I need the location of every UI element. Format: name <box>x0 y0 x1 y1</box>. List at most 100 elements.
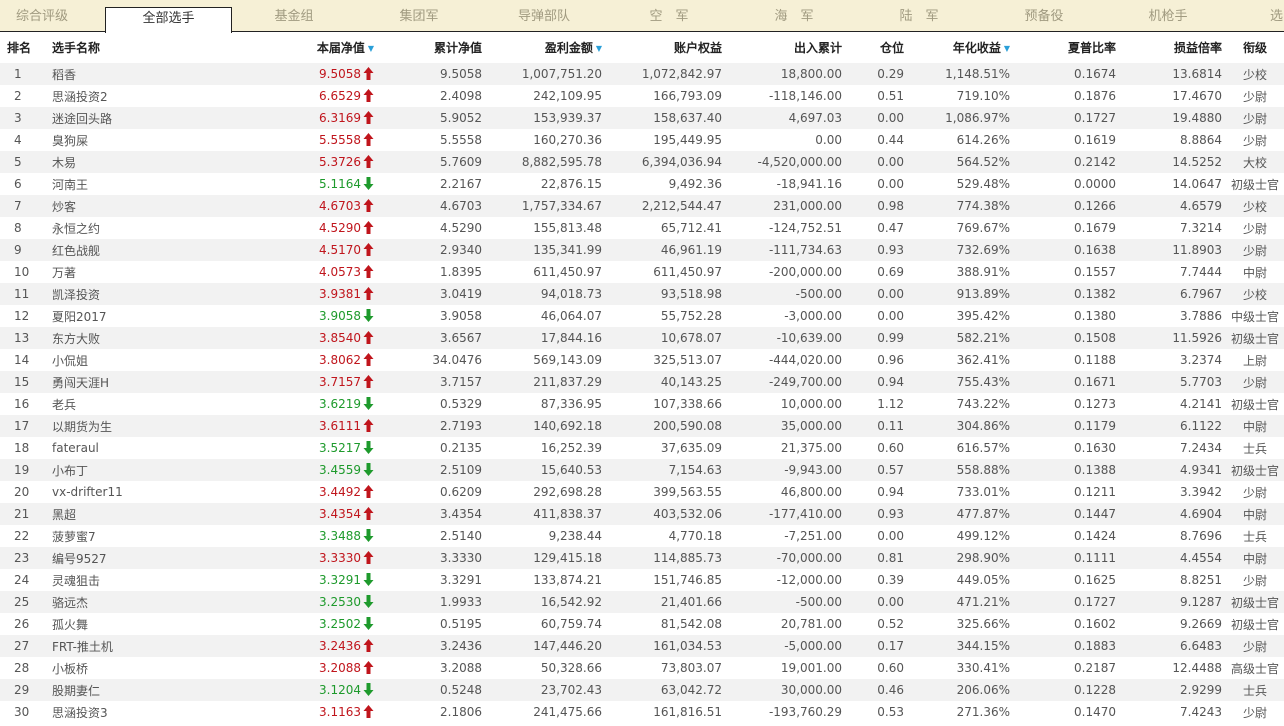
cell-player-name[interactable]: 万著 <box>46 261 186 283</box>
cell-player-name[interactable]: 股期妻仁 <box>46 679 186 701</box>
table-row[interactable]: 4 臭狗屎 5.5558 5.5558 160,270.36 195,449.9… <box>0 129 1284 151</box>
table-row[interactable]: 18 fateraul 3.5217 0.2135 16,252.39 37,6… <box>0 437 1284 459</box>
col-header-name[interactable]: 选手名称 <box>46 32 186 63</box>
cell-player-name[interactable]: 炒客 <box>46 195 186 217</box>
cell-flow: 46,800.00 <box>726 481 846 503</box>
cell-sharpe: 0.1388 <box>1014 459 1120 481</box>
tab-group-army[interactable]: 集团军 <box>365 0 473 32</box>
cell-annual: 304.86% <box>908 415 1014 437</box>
tab-reserve[interactable]: 预备役 <box>990 0 1098 32</box>
table-row[interactable]: 13 东方大败 3.8540 3.6567 17,844.16 10,678.0… <box>0 327 1284 349</box>
table-row[interactable]: 3 迷途回头路 6.3169 5.9052 153,939.37 158,637… <box>0 107 1284 129</box>
cell-player-name[interactable]: 迷途回头路 <box>46 107 186 129</box>
col-header-level[interactable]: 衔级 <box>1226 32 1284 63</box>
table-row[interactable]: 1 稻香 9.5058 9.5058 1,007,751.20 1,072,84… <box>0 63 1284 85</box>
col-header-flow[interactable]: 出入累计 <box>726 32 846 63</box>
cell-sharpe: 0.1179 <box>1014 415 1120 437</box>
cell-rank: 25 <box>0 591 46 613</box>
col-header-profit[interactable]: 盈利金额 ▼ <box>486 32 606 63</box>
cell-level: 少尉 <box>1226 129 1284 151</box>
cell-sharpe: 0.1382 <box>1014 283 1120 305</box>
table-row[interactable]: 7 炒客 4.6703 4.6703 1,757,334.67 2,212,54… <box>0 195 1284 217</box>
cell-player-name[interactable]: 木易 <box>46 151 186 173</box>
cell-annual: 558.88% <box>908 459 1014 481</box>
col-header-sharpe[interactable]: 夏普比率 <box>1014 32 1120 63</box>
table-row[interactable]: 26 孤火舞 3.2502 0.5195 60,759.74 81,542.08… <box>0 613 1284 635</box>
col-header-pl-ratio[interactable]: 损益倍率 <box>1120 32 1226 63</box>
tab-air-force[interactable]: 空 军 <box>615 0 723 32</box>
tab-army[interactable]: 陆 军 <box>865 0 973 32</box>
cell-player-name[interactable]: 老兵 <box>46 393 186 415</box>
cell-position: 0.53 <box>846 701 908 723</box>
table-row[interactable]: 24 灵魂狙击 3.3291 3.3291 133,874.21 151,746… <box>0 569 1284 591</box>
tab-navy[interactable]: 海 军 <box>740 0 848 32</box>
cell-annual: 616.57% <box>908 437 1014 459</box>
cell-player-name[interactable]: 孤火舞 <box>46 613 186 635</box>
table-row[interactable]: 8 永恒之约 4.5290 4.5290 155,813.48 65,712.4… <box>0 217 1284 239</box>
cell-player-name[interactable]: 勇闯天涯H <box>46 371 186 393</box>
table-row[interactable]: 17 以期货为生 3.6111 2.7193 140,692.18 200,59… <box>0 415 1284 437</box>
cell-player-name[interactable]: 小板桥 <box>46 657 186 679</box>
cell-level: 少尉 <box>1226 635 1284 657</box>
tab-all-players[interactable]: 全部选手 <box>105 7 232 33</box>
table-row[interactable]: 27 FRT-推土机 3.2436 3.2436 147,446.20 161,… <box>0 635 1284 657</box>
cell-player-name[interactable]: 红色战舰 <box>46 239 186 261</box>
table-row[interactable]: 25 骆远杰 3.2530 1.9933 16,542.92 21,401.66… <box>0 591 1284 613</box>
table-row[interactable]: 15 勇闯天涯H 3.7157 3.7157 211,837.29 40,143… <box>0 371 1284 393</box>
cell-player-name[interactable]: 思涵投资3 <box>46 701 186 723</box>
cell-player-name[interactable]: 稻香 <box>46 63 186 85</box>
table-row[interactable]: 11 凯泽投资 3.9381 3.0419 94,018.73 93,518.9… <box>0 283 1284 305</box>
cell-player-name[interactable]: 河南王 <box>46 173 186 195</box>
cell-player-name[interactable]: FRT-推土机 <box>46 635 186 657</box>
cell-annual: 1,086.97% <box>908 107 1014 129</box>
cell-player-name[interactable]: 臭狗屎 <box>46 129 186 151</box>
cell-player-name[interactable]: 凯泽投资 <box>46 283 186 305</box>
cell-annual: 471.21% <box>908 591 1014 613</box>
table-row[interactable]: 9 红色战舰 4.5170 2.9340 135,341.99 46,961.1… <box>0 239 1284 261</box>
col-header-rank[interactable]: 排名 <box>0 32 46 63</box>
table-row[interactable]: 29 股期妻仁 3.1204 0.5248 23,702.43 63,042.7… <box>0 679 1284 701</box>
col-header-annual[interactable]: 年化收益 ▼ <box>908 32 1014 63</box>
arrow-up-icon <box>363 661 374 674</box>
table-row[interactable]: 6 河南王 5.1164 2.2167 22,876.15 9,492.36 -… <box>0 173 1284 195</box>
table-row[interactable]: 20 vx-drifter11 3.4492 0.6209 292,698.28… <box>0 481 1284 503</box>
cell-player-name[interactable]: 永恒之约 <box>46 217 186 239</box>
table-row[interactable]: 23 编号9527 3.3330 3.3330 129,415.18 114,8… <box>0 547 1284 569</box>
table-row[interactable]: 19 小布丁 3.4559 2.5109 15,640.53 7,154.63 … <box>0 459 1284 481</box>
nav-value: 4.6703 <box>319 199 361 213</box>
cell-player-name[interactable]: 小侃姐 <box>46 349 186 371</box>
table-row[interactable]: 22 菠萝蜜7 3.3488 2.5140 9,238.44 4,770.18 … <box>0 525 1284 547</box>
cell-player-name[interactable]: 以期货为生 <box>46 415 186 437</box>
cell-cum-nav: 3.0419 <box>378 283 486 305</box>
cell-player-name[interactable]: 菠萝蜜7 <box>46 525 186 547</box>
cell-player-name[interactable]: 思涵投资2 <box>46 85 186 107</box>
table-row[interactable]: 30 思涵投资3 3.1163 2.1806 241,475.66 161,81… <box>0 701 1284 723</box>
col-header-equity[interactable]: 账户权益 <box>606 32 726 63</box>
table-row[interactable]: 21 黑超 3.4354 3.4354 411,838.37 403,532.0… <box>0 503 1284 525</box>
table-row[interactable]: 14 小侃姐 3.8062 34.0476 569,143.09 325,513… <box>0 349 1284 371</box>
col-header-cum-nav[interactable]: 累计净值 <box>378 32 486 63</box>
cell-player-name[interactable]: 黑超 <box>46 503 186 525</box>
cell-player-name[interactable]: 小布丁 <box>46 459 186 481</box>
cell-player-name[interactable]: fateraul <box>46 437 186 459</box>
tab-machine-gunner[interactable]: 机枪手 <box>1114 0 1222 32</box>
cell-player-name[interactable]: 灵魂狙击 <box>46 569 186 591</box>
tab-fund-group[interactable]: 基金组 <box>240 0 348 32</box>
arrow-down-icon <box>363 617 374 630</box>
tab-missile-force[interactable]: 导弹部队 <box>490 0 598 32</box>
table-row[interactable]: 2 思涵投资2 6.6529 2.4098 242,109.95 166,793… <box>0 85 1284 107</box>
table-row[interactable]: 12 夏阳2017 3.9058 3.9058 46,064.07 55,752… <box>0 305 1284 327</box>
table-row[interactable]: 28 小板桥 3.2088 3.2088 50,328.66 73,803.07… <box>0 657 1284 679</box>
cell-player-name[interactable]: 编号9527 <box>46 547 186 569</box>
col-header-position[interactable]: 仓位 <box>846 32 908 63</box>
table-row[interactable]: 10 万著 4.0573 1.8395 611,450.97 611,450.9… <box>0 261 1284 283</box>
table-row[interactable]: 5 木易 5.3726 5.7609 8,882,595.78 6,394,03… <box>0 151 1284 173</box>
cell-player-name[interactable]: 骆远杰 <box>46 591 186 613</box>
tab-overall-rating[interactable]: 综合评级 <box>0 0 84 32</box>
table-row[interactable]: 16 老兵 3.6219 0.5329 87,336.95 107,338.66… <box>0 393 1284 415</box>
tab-overflow[interactable]: 选 <box>1270 0 1284 32</box>
cell-player-name[interactable]: vx-drifter11 <box>46 481 186 503</box>
cell-player-name[interactable]: 东方大败 <box>46 327 186 349</box>
cell-player-name[interactable]: 夏阳2017 <box>46 305 186 327</box>
col-header-nav[interactable]: 本届净值 ▼ <box>186 32 378 63</box>
